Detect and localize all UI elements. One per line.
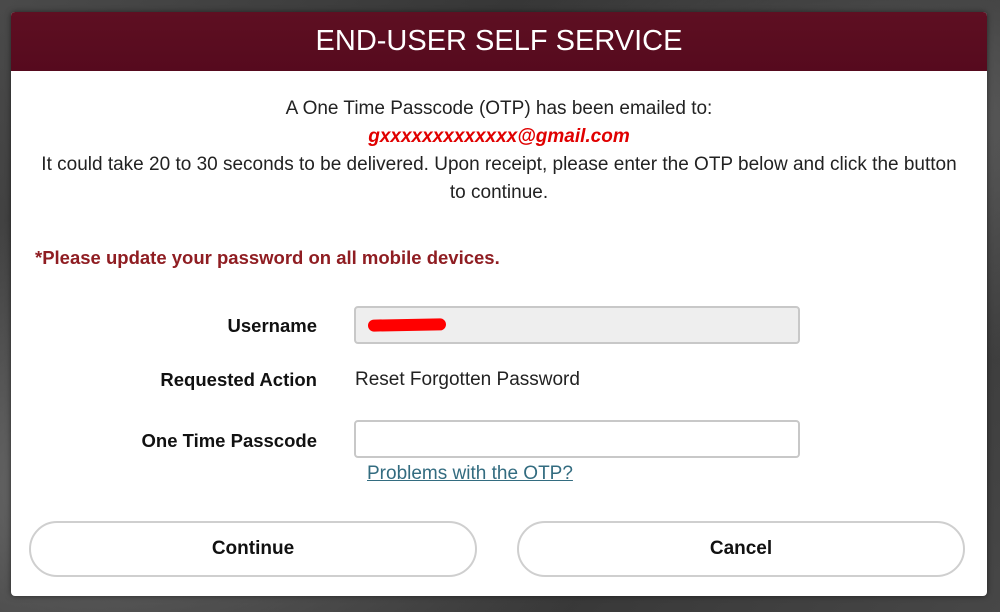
otp-help-link[interactable]: Problems with the OTP?	[367, 463, 573, 485]
username-label: Username	[227, 315, 317, 336]
otp-intro: A One Time Passcode (OTP) has been email…	[11, 95, 987, 207]
mobile-password-notice: *Please update your password on all mobi…	[35, 247, 500, 268]
otp-label: One Time Passcode	[141, 430, 318, 451]
continue-button[interactable]: Continue	[29, 521, 477, 577]
dialog-title: END-USER SELF SERVICE	[11, 12, 987, 71]
cancel-button[interactable]: Cancel	[517, 521, 965, 577]
intro-line-1: A One Time Passcode (OTP) has been email…	[285, 98, 713, 119]
intro-line-2: It could take 20 to 30 seconds to be del…	[41, 154, 957, 203]
requested-action-value: Reset Forgotten Password	[355, 369, 580, 390]
username-field	[354, 306, 800, 344]
requested-action-label: Requested Action	[160, 369, 317, 390]
redaction-mark	[367, 318, 447, 332]
recipient-email: gxxxxxxxxxxxxx@gmail.com	[368, 126, 630, 147]
otp-input[interactable]	[354, 420, 800, 458]
self-service-dialog: END-USER SELF SERVICE A One Time Passcod…	[11, 12, 987, 596]
